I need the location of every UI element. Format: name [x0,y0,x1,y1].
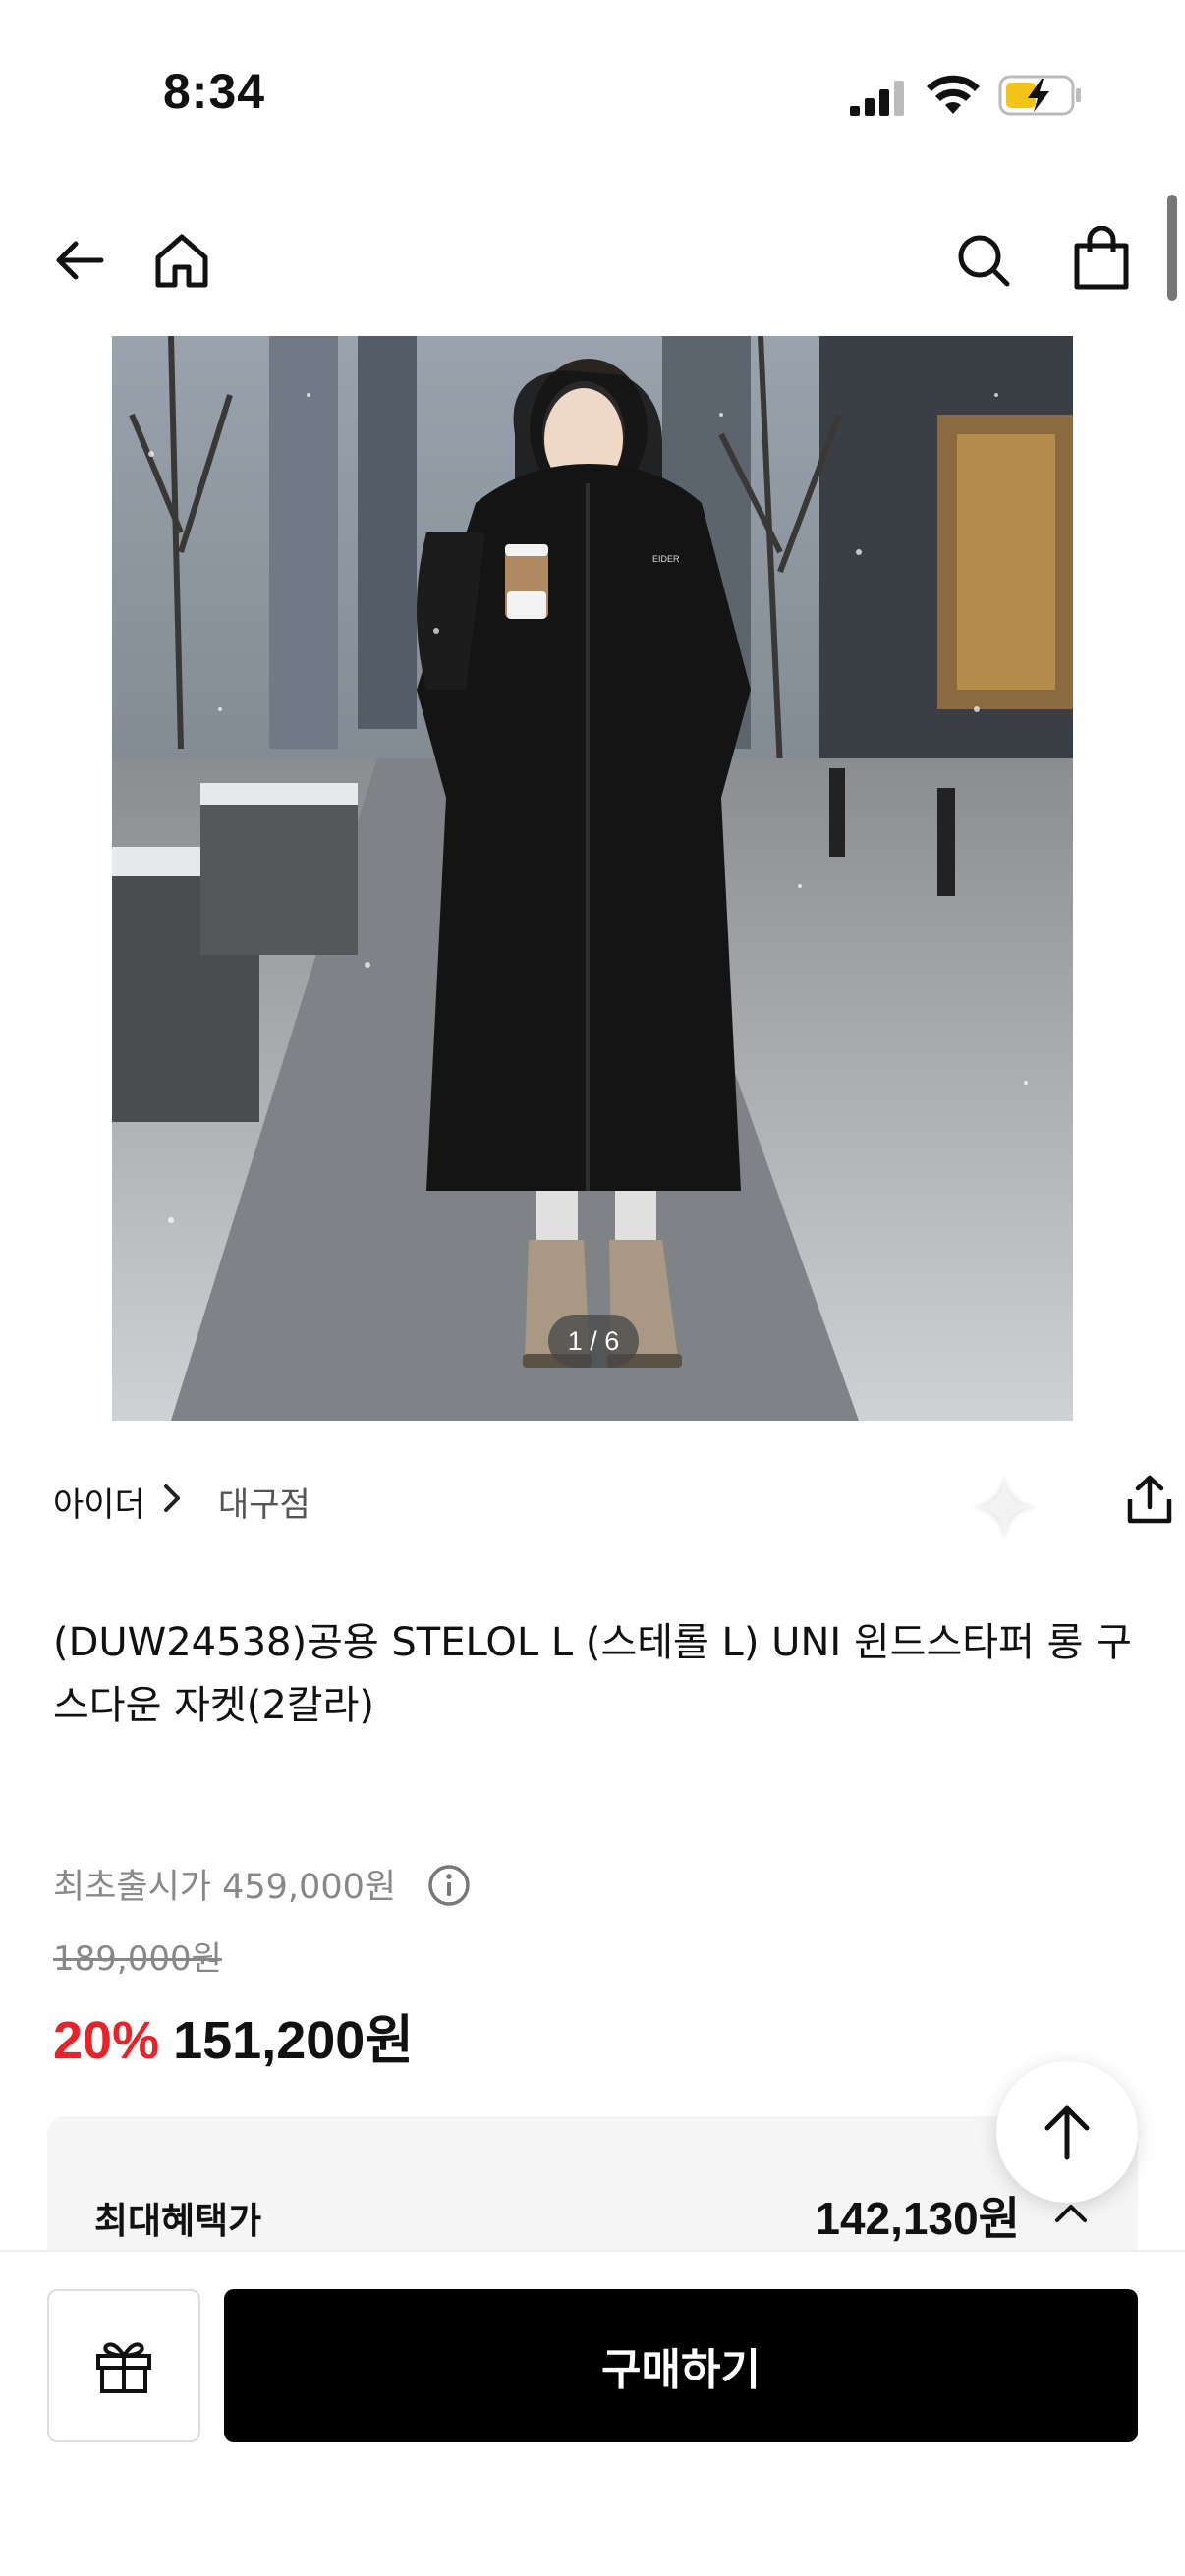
chevron-right-icon [164,1484,180,1512]
brand-link[interactable]: 아이더 [53,1478,145,1526]
gift-icon [96,2342,151,2393]
svg-text:EIDER: EIDER [652,554,680,564]
status-time: 8:34 [163,64,266,119]
top-nav-bar [0,216,1185,305]
wifi-icon [927,75,980,114]
max-benefit-label: 최대혜택가 [94,2200,262,2242]
arrow-up-icon [1044,2105,1090,2160]
store-name[interactable]: 대구점 [218,1478,310,1526]
brand-row: 아이더 대구점 [53,1468,1172,1540]
status-bar: 8:34 [0,0,1185,187]
scroll-to-top-button[interactable] [996,2061,1138,2203]
discount-rate: 20% [53,2011,160,2070]
product-image[interactable]: EIDER [112,336,1073,1421]
product-title: (DUW24538)공용 STELOL L (스테롤 L) UNI 윈드스타퍼 … [53,1620,1132,1728]
search-icon[interactable] [949,226,1018,295]
product-photo: EIDER [112,336,1073,1421]
image-counter: 1 / 6 [548,1315,639,1368]
buy-button[interactable]: 구매하기 [224,2289,1138,2442]
sale-price-row: 20% 151,200원 [53,1996,414,2070]
ai-sparkle-icon[interactable] [965,1468,1044,1546]
max-benefit-panel[interactable]: 최대혜택가 142,130원 [47,2116,1138,2254]
info-icon[interactable] [426,1863,472,1908]
back-icon[interactable] [45,226,114,295]
cellular-signal-icon [850,81,904,116]
bottom-action-bar: 구매하기 [0,2250,1185,2576]
gift-button[interactable] [47,2289,200,2442]
max-benefit-value: 142,130원 [815,2193,1020,2244]
scroll-indicator[interactable] [1167,195,1177,301]
share-icon[interactable] [1122,1472,1177,1527]
sale-price: 151,200원 [173,2011,414,2070]
battery-charging-icon [998,75,1081,116]
launch-price: 최초출시가 459,000원 [53,1868,397,1907]
shopping-bag-icon[interactable] [1067,224,1136,293]
original-price: 189,000원 [53,1939,222,1979]
home-icon[interactable] [147,226,216,295]
